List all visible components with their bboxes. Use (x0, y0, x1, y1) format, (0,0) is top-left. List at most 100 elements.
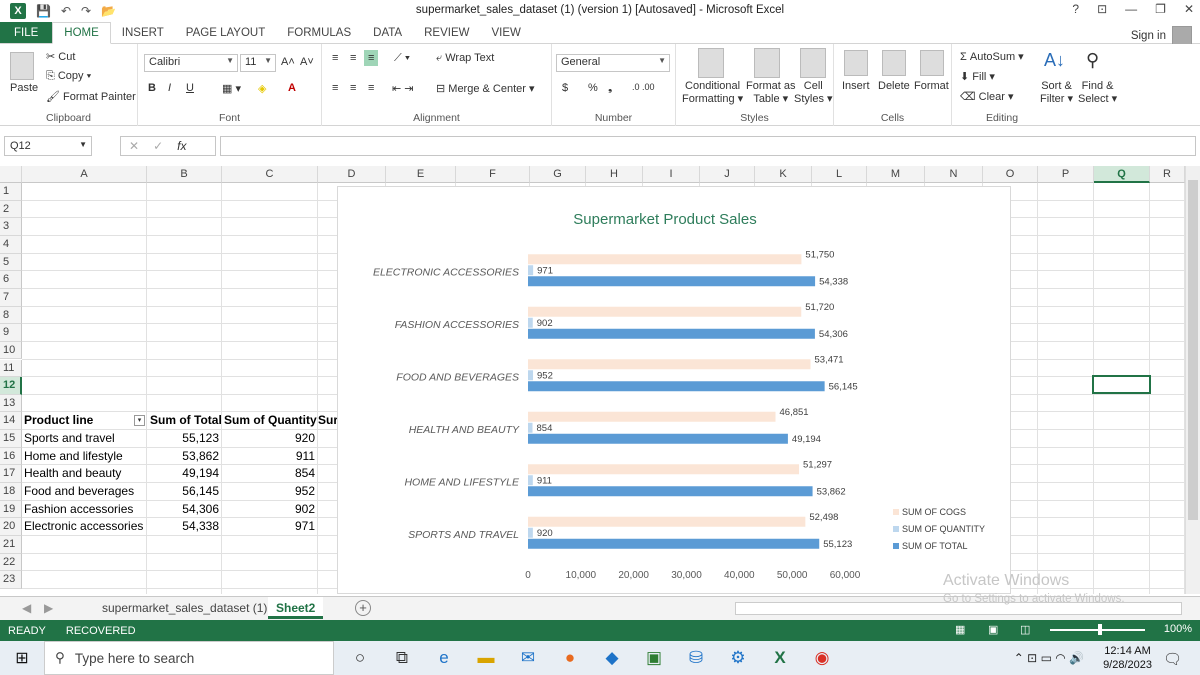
cancel-icon[interactable]: ✕ (129, 139, 139, 153)
column-header-j[interactable]: J (700, 166, 755, 183)
pivot-cell-sum-total[interactable]: 56,145 (147, 483, 222, 500)
autosum-button[interactable]: Σ AutoSum ▾ (960, 50, 1024, 63)
vertical-scroll-thumb[interactable] (1188, 180, 1198, 520)
align-top-icon[interactable]: ≡ (332, 52, 338, 64)
pivot-cell-sum-total[interactable]: 55,123 (147, 430, 222, 447)
chrome-icon[interactable]: ◉ (806, 641, 838, 675)
italic-button[interactable]: I (168, 82, 171, 94)
selected-cell-q12[interactable] (1092, 375, 1151, 394)
percent-button[interactable]: % (588, 82, 598, 94)
column-header-e[interactable]: E (386, 166, 456, 183)
pivot-cell-product-line[interactable]: Health and beauty (24, 465, 146, 482)
column-header-r[interactable]: R (1150, 166, 1185, 183)
comma-button[interactable]: ❟ (608, 82, 612, 95)
notification-icon[interactable]: 🗨 (1163, 650, 1182, 668)
column-header-o[interactable]: O (983, 166, 1038, 183)
row-header-8[interactable]: 8 (0, 306, 22, 325)
column-header-c[interactable]: C (222, 166, 318, 183)
row-header-21[interactable]: 21 (0, 536, 22, 554)
fx-icon[interactable]: fx (177, 139, 186, 153)
tab-formulas[interactable]: FORMULAS (276, 22, 362, 43)
delete-cells-icon[interactable] (882, 50, 906, 76)
column-header-h[interactable]: H (586, 166, 643, 183)
orientation-icon[interactable]: ⟋ ▾ (394, 52, 410, 65)
vertical-scrollbar[interactable] (1185, 166, 1200, 594)
tab-page-layout[interactable]: PAGE LAYOUT (175, 22, 276, 43)
minimize-button[interactable]: — (1125, 2, 1137, 16)
sort-filter-button[interactable]: Sort & Filter ▾ (1040, 80, 1073, 106)
formula-input[interactable] (220, 136, 1196, 156)
column-header-g[interactable]: G (530, 166, 586, 183)
row-header-6[interactable]: 6 (0, 271, 22, 289)
fill-button[interactable]: ⬇ Fill ▾ (960, 70, 995, 83)
column-header-m[interactable]: M (867, 166, 925, 183)
font-size-select[interactable]: 11 ▼ (240, 54, 276, 72)
row-header-13[interactable]: 13 (0, 394, 22, 413)
format-button[interactable]: Format (914, 80, 949, 92)
indent-icon[interactable]: ⇤ ⇥ (392, 82, 414, 95)
column-header-b[interactable]: B (147, 166, 222, 183)
format-painter-button[interactable]: 🖌 Format Painter (46, 90, 136, 103)
pivot-cell-sum-quantity[interactable]: 911 (222, 448, 318, 465)
pivot-cell-sum-total[interactable]: 54,306 (147, 501, 222, 518)
page-break-view-icon[interactable]: ◫ (1020, 623, 1030, 636)
mail-icon[interactable]: ✉ (512, 641, 544, 675)
font-color-icon[interactable]: A (288, 82, 296, 94)
row-header-9[interactable]: 9 (0, 324, 22, 342)
font-name-select[interactable]: Calibri ▼ (144, 54, 238, 72)
sheet-nav-prev-icon[interactable]: ◀ (22, 601, 31, 615)
binoculars-icon[interactable]: ⚲ (1086, 50, 1099, 71)
sort-filter-icon[interactable]: A↓ (1044, 50, 1065, 71)
task-view-icon[interactable]: ⧉ (386, 641, 418, 675)
add-sheet-button[interactable]: + (355, 600, 371, 616)
column-header-n[interactable]: N (925, 166, 983, 183)
pivot-cell-product-line[interactable]: Fashion accessories (24, 501, 146, 518)
tab-insert[interactable]: INSERT (111, 22, 175, 43)
bar-chart[interactable]: Supermarket Product Sales ELECTRONIC ACCE… (337, 186, 1011, 594)
column-header-p[interactable]: P (1038, 166, 1094, 183)
find-select-button[interactable]: Find & Select ▾ (1078, 80, 1117, 106)
row-header-2[interactable]: 2 (0, 200, 22, 219)
restore-button[interactable]: ❐ (1155, 2, 1166, 16)
grow-font-button[interactable]: A˄ (281, 56, 295, 68)
row-header-4[interactable]: 4 (0, 235, 22, 254)
sign-in[interactable]: Sign in (1131, 26, 1192, 46)
column-header-k[interactable]: K (755, 166, 812, 183)
close-button[interactable]: ✕ (1184, 2, 1194, 16)
align-center-icon[interactable]: ≡ (350, 82, 356, 94)
align-right-icon[interactable]: ≡ (368, 82, 374, 94)
row-header-19[interactable]: 19 (0, 500, 22, 519)
row-header-7[interactable]: 7 (0, 288, 22, 307)
enter-icon[interactable]: ✓ (153, 139, 163, 153)
edge-icon[interactable]: e (428, 641, 460, 675)
pivot-cell-sum-quantity[interactable]: 971 (222, 518, 318, 535)
column-header-l[interactable]: L (812, 166, 867, 183)
merge-center-button[interactable]: ⊟ Merge & Center ▾ (436, 82, 535, 95)
tab-home[interactable]: HOME (52, 22, 111, 44)
row-header-3[interactable]: 3 (0, 218, 22, 236)
pivot-header-sum-quantity[interactable]: Sum of Quantity (224, 412, 317, 429)
column-header-f[interactable]: F (456, 166, 530, 183)
bold-button[interactable]: B (148, 82, 156, 94)
pivot-cell-sum-quantity[interactable]: 902 (222, 501, 318, 518)
database-icon[interactable]: ⛁ (680, 641, 712, 675)
normal-view-icon[interactable]: ▦ (955, 623, 965, 636)
row-header-15[interactable]: 15 (0, 430, 22, 448)
avatar[interactable] (1172, 26, 1192, 46)
row-header-14[interactable]: 14 (0, 412, 22, 431)
paste-button[interactable]: Paste (10, 82, 38, 94)
row-header-10[interactable]: 10 (0, 341, 22, 360)
file-explorer-icon[interactable]: ▬ (470, 641, 502, 675)
pivot-cell-sum-quantity[interactable]: 920 (222, 430, 318, 447)
conditional-formatting-icon[interactable] (698, 48, 724, 78)
pivot-cell-product-line[interactable]: Home and lifestyle (24, 448, 146, 465)
decimal-icon[interactable]: .0 .00 (632, 82, 655, 92)
fill-color-icon[interactable]: ◈ (258, 82, 266, 95)
row-header-22[interactable]: 22 (0, 553, 22, 572)
shrink-font-button[interactable]: A˅ (300, 56, 314, 68)
settings-app-icon[interactable]: ⚙ (722, 641, 754, 675)
clear-button[interactable]: ⌫ Clear ▾ (960, 90, 1014, 103)
tab-data[interactable]: DATA (362, 22, 413, 43)
excel-taskbar-icon[interactable]: X (764, 641, 796, 675)
pivot-cell-sum-quantity[interactable]: 854 (222, 465, 318, 482)
